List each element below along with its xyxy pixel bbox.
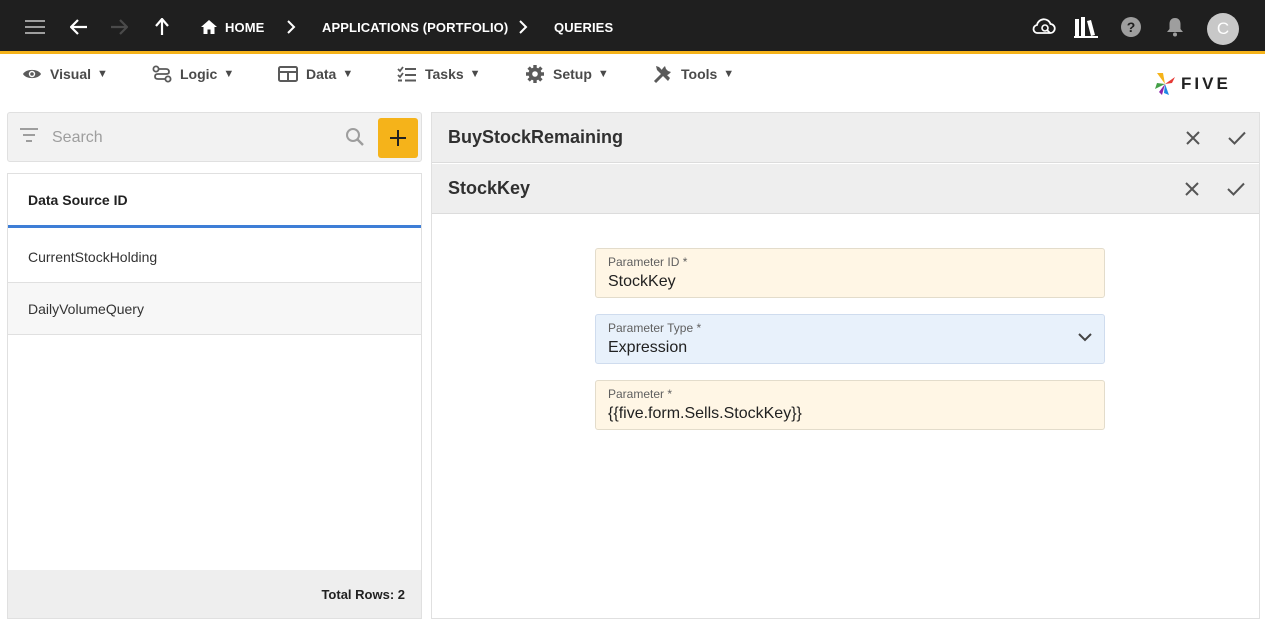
parent-record-header: BuyStockRemaining [432,113,1259,163]
chevron-right-icon [518,0,528,54]
menu-data[interactable]: Data ▼ [278,63,353,85]
total-rows-footer: Total Rows: 2 [8,570,421,618]
chevron-right-icon [286,0,296,54]
parameter-id-value: StockKey [608,273,676,290]
caret-down-icon: ▼ [223,68,235,80]
up-arrow-icon[interactable] [150,0,174,54]
chevron-down-icon [1078,333,1092,342]
breadcrumb-home-label: HOME [225,19,265,35]
form-title: StockKey [448,178,531,198]
table-icon [278,66,298,82]
menu-tasks-label: Tasks [425,66,464,82]
bell-icon[interactable] [1164,0,1186,54]
menu-tools[interactable]: Tools ▼ [653,63,734,85]
avatar[interactable]: C [1207,13,1239,45]
library-books-icon[interactable] [1072,0,1100,54]
breadcrumb-queries[interactable]: QUERIES [554,0,613,54]
menu-visual-label: Visual [50,66,91,82]
breadcrumb-queries-label: QUERIES [554,19,614,35]
logic-icon [152,65,172,83]
parameter-type-label: Parameter Type * [608,321,702,335]
menu-setup[interactable]: Setup ▼ [525,63,609,85]
plus-icon [390,130,406,146]
menu-setup-label: Setup [553,66,592,82]
five-logo-mark-icon [1155,73,1175,95]
parameter-id-field[interactable]: Parameter ID * StockKey [595,248,1105,298]
parameter-type-value: Expression [608,339,688,356]
caret-down-icon: ▼ [469,68,481,80]
breadcrumb-home[interactable]: HOME [200,0,264,54]
breadcrumb-applications-label: APPLICATIONS (PORTFOLIO) [322,19,509,35]
caret-down-icon: ▼ [97,68,108,80]
table-row[interactable]: CurrentStockHolding [8,231,421,283]
data-source-table: Data Source ID CurrentStockHolding Daily… [7,173,422,619]
eye-icon [23,69,41,79]
search-icon[interactable] [345,127,365,147]
tools-icon [653,66,671,84]
total-rows-label: Total Rows: 2 [321,586,405,602]
parameter-field[interactable]: Parameter * {{five.form.Sells.StockKey}} [595,380,1105,430]
menu-logic-label: Logic [180,66,218,82]
hamburger-menu-icon[interactable] [20,0,50,54]
avatar-letter: C [1216,19,1230,38]
five-logo: FIVE [1153,71,1231,97]
cloud-search-icon[interactable] [1030,0,1058,54]
five-logo-text: FIVE [1181,74,1231,93]
data-source-list-panel: Data Source ID CurrentStockHolding Daily… [7,112,422,619]
form-panel: BuyStockRemaining StockKey Parameter ID … [431,112,1260,619]
svg-text:?: ? [1127,19,1136,35]
forward-arrow-icon[interactable] [106,0,132,54]
caret-down-icon: ▼ [723,68,735,80]
menu-visual[interactable]: Visual ▼ [22,63,108,85]
column-header-data-source-id[interactable]: Data Source ID [8,174,421,228]
home-icon [201,20,217,34]
back-arrow-icon[interactable] [66,0,92,54]
search-bar [7,112,422,162]
menu-data-label: Data [306,66,337,82]
close-icon[interactable] [1180,177,1204,201]
filter-icon[interactable] [20,128,38,142]
search-input[interactable] [52,125,332,151]
gear-icon [526,65,544,83]
form-header: StockKey [432,164,1259,214]
caret-down-icon: ▼ [342,68,354,80]
menu-tasks[interactable]: Tasks ▼ [397,63,481,85]
breadcrumb-applications[interactable]: APPLICATIONS (PORTFOLIO) [322,0,508,54]
close-icon[interactable] [1181,126,1205,150]
caret-down-icon: ▼ [597,68,609,80]
table-row[interactable]: DailyVolumeQuery [8,283,421,335]
add-button[interactable] [378,118,418,158]
check-icon[interactable] [1224,177,1248,201]
parameter-label: Parameter * [608,387,673,401]
parameter-id-label: Parameter ID * [608,255,688,269]
parameter-value: {{five.form.Sells.StockKey}} [608,405,802,422]
parameter-type-select[interactable]: Parameter Type * Expression [595,314,1105,364]
tasks-icon [397,66,416,82]
menu-logic[interactable]: Logic ▼ [152,63,234,85]
help-icon[interactable]: ? [1119,0,1143,54]
menu-bar: Visual ▼ Logic ▼ Data ▼ Tasks ▼ Setup ▼ … [0,57,1265,107]
top-app-bar: HOME APPLICATIONS (PORTFOLIO) QUERIES ? … [0,0,1265,54]
parent-record-title: BuyStockRemaining [448,127,624,147]
menu-tools-label: Tools [681,66,718,82]
check-icon[interactable] [1225,126,1249,150]
